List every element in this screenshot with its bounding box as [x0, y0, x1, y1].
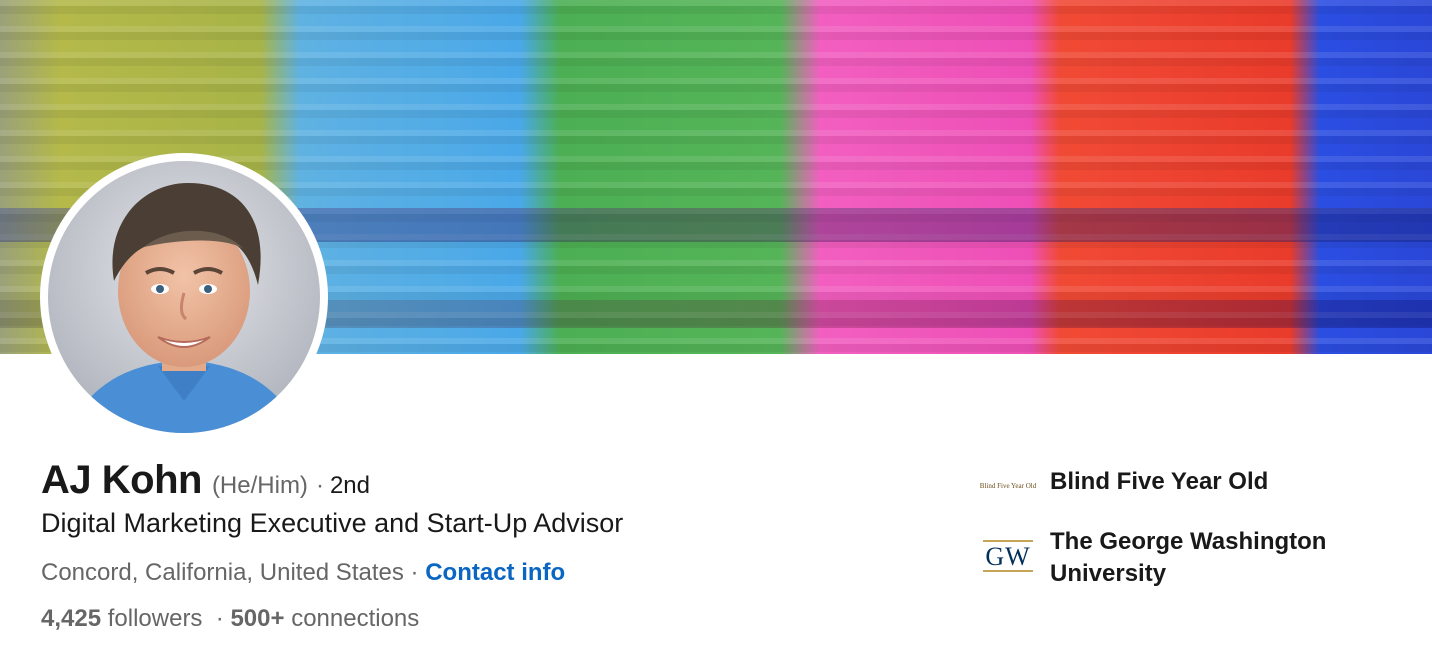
- experience-education-list: Blind Five Year Old Blind Five Year Old …: [980, 466, 1400, 610]
- avatar[interactable]: [40, 153, 328, 441]
- education-item[interactable]: GW The George Washington University: [980, 526, 1400, 590]
- stats-row: 4,425 followers · 500+ connections: [41, 605, 419, 633]
- separator-dot: ·: [410, 559, 419, 586]
- location: Concord, California, United States: [41, 559, 404, 586]
- followers-count: 4,425: [41, 605, 102, 632]
- connections-count: 500+: [230, 605, 285, 632]
- connections-link[interactable]: 500+ connections: [230, 605, 419, 632]
- followers-label: followers: [107, 605, 203, 632]
- current-company-item[interactable]: Blind Five Year Old Blind Five Year Old: [980, 466, 1400, 506]
- connections-label: connections: [291, 605, 420, 632]
- school-name: The George Washington University: [1050, 528, 1327, 587]
- profile-name: AJ Kohn: [41, 458, 202, 502]
- separator-dot: ·: [215, 605, 224, 632]
- person-photo-icon: [48, 161, 320, 433]
- pronouns: (He/Him): [211, 472, 308, 499]
- degree-label: 2nd: [329, 472, 370, 499]
- school-logo: GW: [980, 536, 1036, 576]
- company-name: Blind Five Year Old: [1050, 468, 1269, 495]
- contact-info-link[interactable]: Contact info: [425, 559, 565, 586]
- gw-logo: GW: [983, 540, 1033, 572]
- connection-degree: · 2nd: [316, 472, 370, 500]
- location-row: Concord, California, United States · Con…: [41, 559, 565, 587]
- profile-headline: Digital Marketing Executive and Start-Up…: [41, 508, 624, 538]
- name-row: AJ Kohn (He/Him) · 2nd: [41, 458, 370, 503]
- profile-photo: [48, 161, 320, 433]
- blind-five-year-old-logo: Blind Five Year Old: [979, 482, 1037, 490]
- company-logo: Blind Five Year Old: [980, 466, 1036, 506]
- separator-dot: ·: [315, 472, 324, 499]
